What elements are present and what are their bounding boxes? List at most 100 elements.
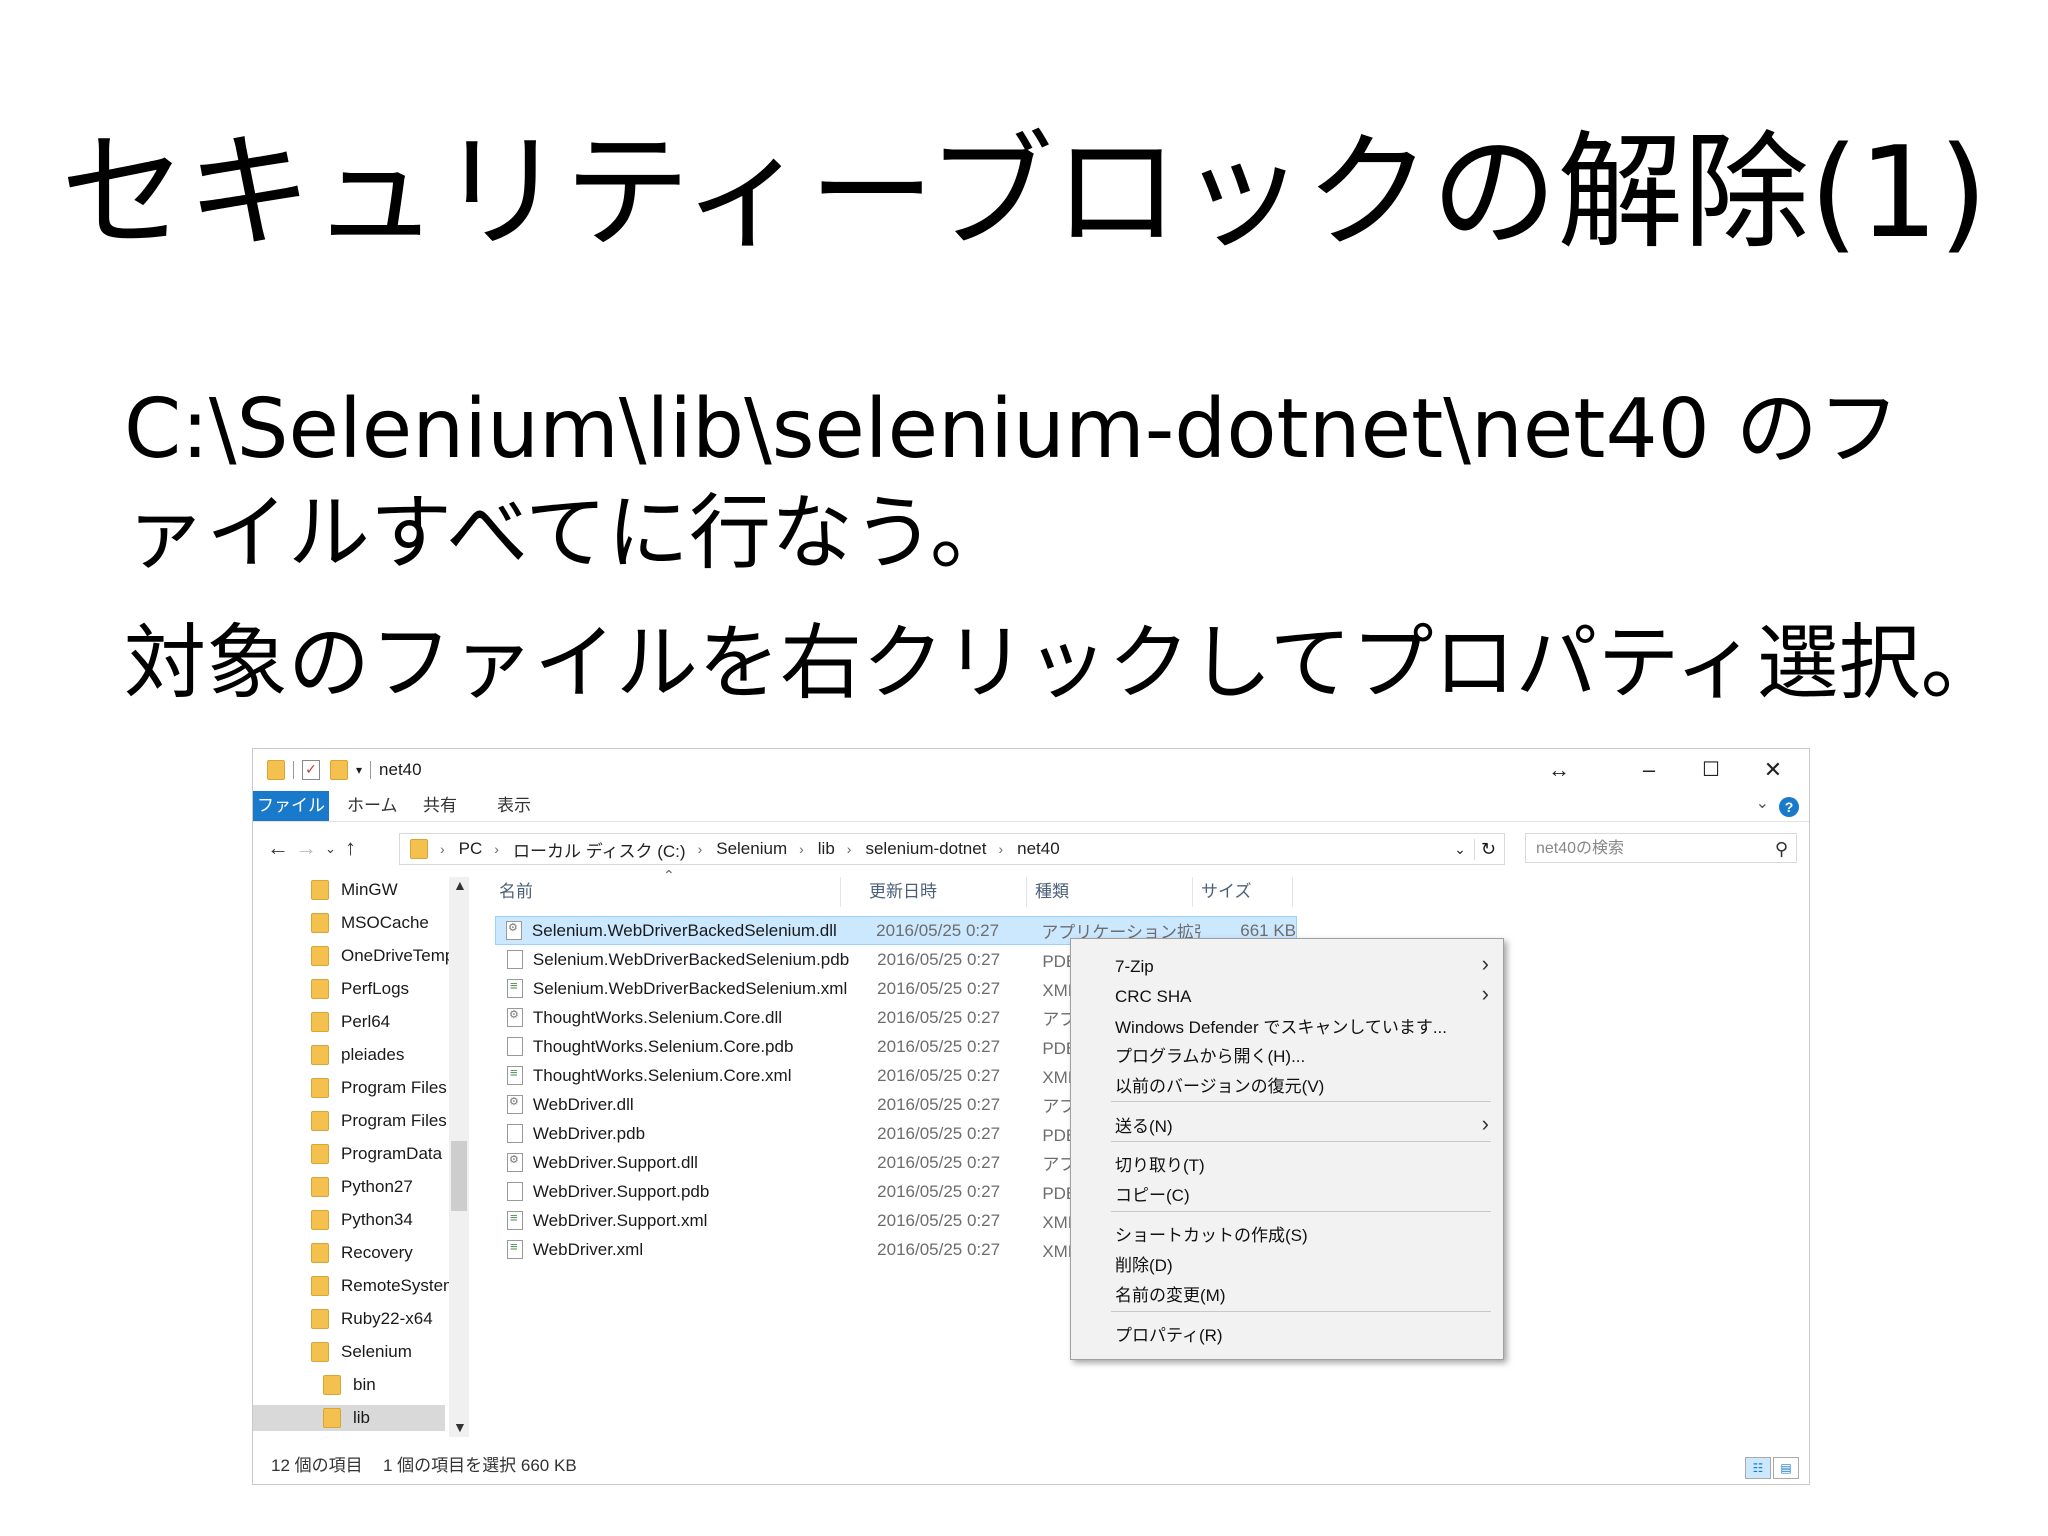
nav-item-label: pleiades [341,1045,405,1064]
context-menu-item[interactable]: プロパティ(R) [1115,1322,1223,1350]
folder-icon [311,1045,329,1065]
context-menu-item[interactable]: 送る(N) [1115,1113,1173,1141]
dll-file-icon [507,1008,523,1027]
tab-file[interactable]: ファイル [253,791,329,821]
context-menu-item[interactable]: コピー(C) [1115,1182,1190,1210]
file-date: 2016/05/25 0:27 [877,949,1001,969]
nav-item[interactable]: Python27 [311,1174,413,1200]
folder-icon [311,913,329,933]
nav-item[interactable]: pleiades [311,1042,404,1068]
folder-icon [311,1111,329,1131]
nav-item[interactable]: Program Files ( [311,1108,457,1134]
file-name: Selenium.WebDriverBackedSelenium.pdb [532,949,850,969]
close-button[interactable]: ✕ [1751,755,1795,785]
file-icon [507,950,523,969]
breadcrumb-selenium[interactable]: Selenium [716,839,787,859]
scroll-up-icon[interactable]: ▲ [453,877,467,893]
context-menu-item[interactable]: CRC SHA [1115,983,1192,1011]
file-name: ThoughtWorks.Selenium.Core.pdb [532,1036,794,1056]
column-size[interactable]: サイズ [1193,877,1293,907]
breadcrumb-lib[interactable]: lib [818,839,835,859]
slide-title: セキュリティーブロックの解除(1) [60,119,1988,266]
context-menu-item[interactable]: 7-Zip [1115,953,1154,981]
up-icon[interactable]: ↑ [345,835,356,861]
scroll-thumb[interactable] [451,1141,467,1211]
ribbon-expand-icon[interactable]: ⌄ [1756,793,1769,813]
breadcrumb-pc[interactable]: PC [459,839,483,859]
forward-icon[interactable]: → [295,835,317,861]
context-menu-item[interactable]: Windows Defender でスキャンしています... [1115,1014,1447,1042]
submenu-arrow-icon: › [1481,1111,1489,1136]
file-date: 2016/05/25 0:27 [877,1123,1001,1143]
context-menu-item[interactable]: 名前の変更(M) [1115,1282,1225,1310]
file-name: WebDriver.xml [532,1239,644,1259]
file-name: WebDriver.Support.xml [532,1210,708,1230]
nav-item[interactable]: RemoteSystem [311,1273,457,1299]
submenu-arrow-icon: › [1481,981,1489,1006]
nav-item[interactable]: PerfLogs [311,976,409,1002]
scroll-down-icon[interactable]: ▼ [453,1419,467,1435]
qa-dropdown-icon[interactable]: ▾ [356,763,362,777]
column-type[interactable]: 種類 [1027,877,1193,907]
nav-item[interactable]: Program Files [311,1075,447,1101]
nav-item[interactable]: MinGW [311,877,398,903]
nav-scrollbar[interactable]: ▲ ▼ [449,877,469,1437]
tab-view[interactable]: 表示 [497,791,531,821]
tab-share[interactable]: 共有 [423,791,457,821]
xml-file-icon [507,1239,523,1259]
context-menu: 7-Zip › CRC SHA › Windows Defender でスキャンしていま… [1070,938,1504,1360]
nav-item[interactable]: Perl64 [311,1009,390,1035]
nav-item[interactable]: MSOCache [311,910,429,936]
column-name[interactable]: 名前 [491,877,841,907]
nav-item[interactable]: lib [253,1405,445,1431]
nav-item[interactable]: Python34 [311,1207,413,1233]
nav-item[interactable]: Recovery [311,1240,413,1266]
ribbon-tabs: ファイル ホーム 共有 表示 ⌄ ? [253,791,1809,822]
folder-icon [311,1309,329,1329]
resize-icon: ↔ [1548,757,1570,782]
search-input[interactable]: net40の検索 ⚲ [1525,833,1797,863]
nav-item-label: ProgramData [341,1144,443,1163]
column-date[interactable]: 更新日時 [861,877,1027,907]
context-menu-item[interactable]: 切り取り(T) [1115,1152,1205,1180]
large-icons-view-icon[interactable]: ▤ [1773,1457,1799,1479]
window-title: net40 [379,760,422,779]
file-date: 2016/05/25 0:27 [877,1094,1001,1114]
folder-icon [311,880,329,900]
tab-home[interactable]: ホーム [347,791,398,821]
nav-item[interactable]: bin [323,1372,376,1398]
context-menu-item[interactable]: ショートカットの作成(S) [1115,1222,1308,1250]
back-icon[interactable]: ← [267,835,289,861]
search-icon[interactable]: ⚲ [1775,834,1788,864]
folder-icon [410,839,428,859]
submenu-arrow-icon: › [1481,951,1489,976]
properties-check-icon[interactable]: ✓ [302,760,320,780]
nav-item-label: lib [353,1408,371,1427]
status-bar: 12 個の項目 1 個の項目を選択 660 KB ☷ ▤ [253,1449,1809,1483]
context-menu-item[interactable]: 削除(D) [1115,1252,1173,1280]
recent-dropdown-icon[interactable]: ⌄ [325,841,336,857]
refresh-icon[interactable]: ↻ [1473,838,1496,860]
help-icon[interactable]: ? [1779,797,1799,817]
nav-item-label: bin [353,1375,376,1394]
breadcrumb-net40[interactable]: net40 [1017,839,1060,859]
breadcrumb-local-disk[interactable]: ローカル ディスク (C:) [513,837,686,862]
nav-item[interactable]: ProgramData [311,1141,442,1167]
details-view-icon[interactable]: ☷ [1745,1457,1771,1479]
new-folder-icon[interactable] [330,760,348,780]
nav-item[interactable]: Selenium [311,1339,412,1365]
address-dropdown-icon[interactable]: ⌄ [1454,841,1466,858]
breadcrumb-selenium-dotnet[interactable]: selenium-dotnet [865,839,986,859]
dll-file-icon [507,1153,523,1172]
nav-item[interactable]: Ruby22-x64 [311,1306,433,1332]
nav-item-label: MSOCache [341,913,429,932]
address-bar[interactable]: › PC › ローカル ディスク (C:) › Selenium › lib ›… [399,833,1505,865]
folder-icon [311,1012,329,1032]
maximize-button[interactable]: ☐ [1689,755,1733,785]
selection-status: 1 個の項目を選択 660 KB [383,1456,577,1475]
context-menu-item[interactable]: プログラムから開く(H)... [1115,1043,1305,1071]
context-menu-item[interactable]: 以前のバージョンの復元(V) [1115,1073,1324,1101]
menu-separator [1111,1211,1491,1212]
nav-item[interactable]: OneDriveTemp [311,943,454,969]
minimize-button[interactable]: – [1627,755,1671,785]
